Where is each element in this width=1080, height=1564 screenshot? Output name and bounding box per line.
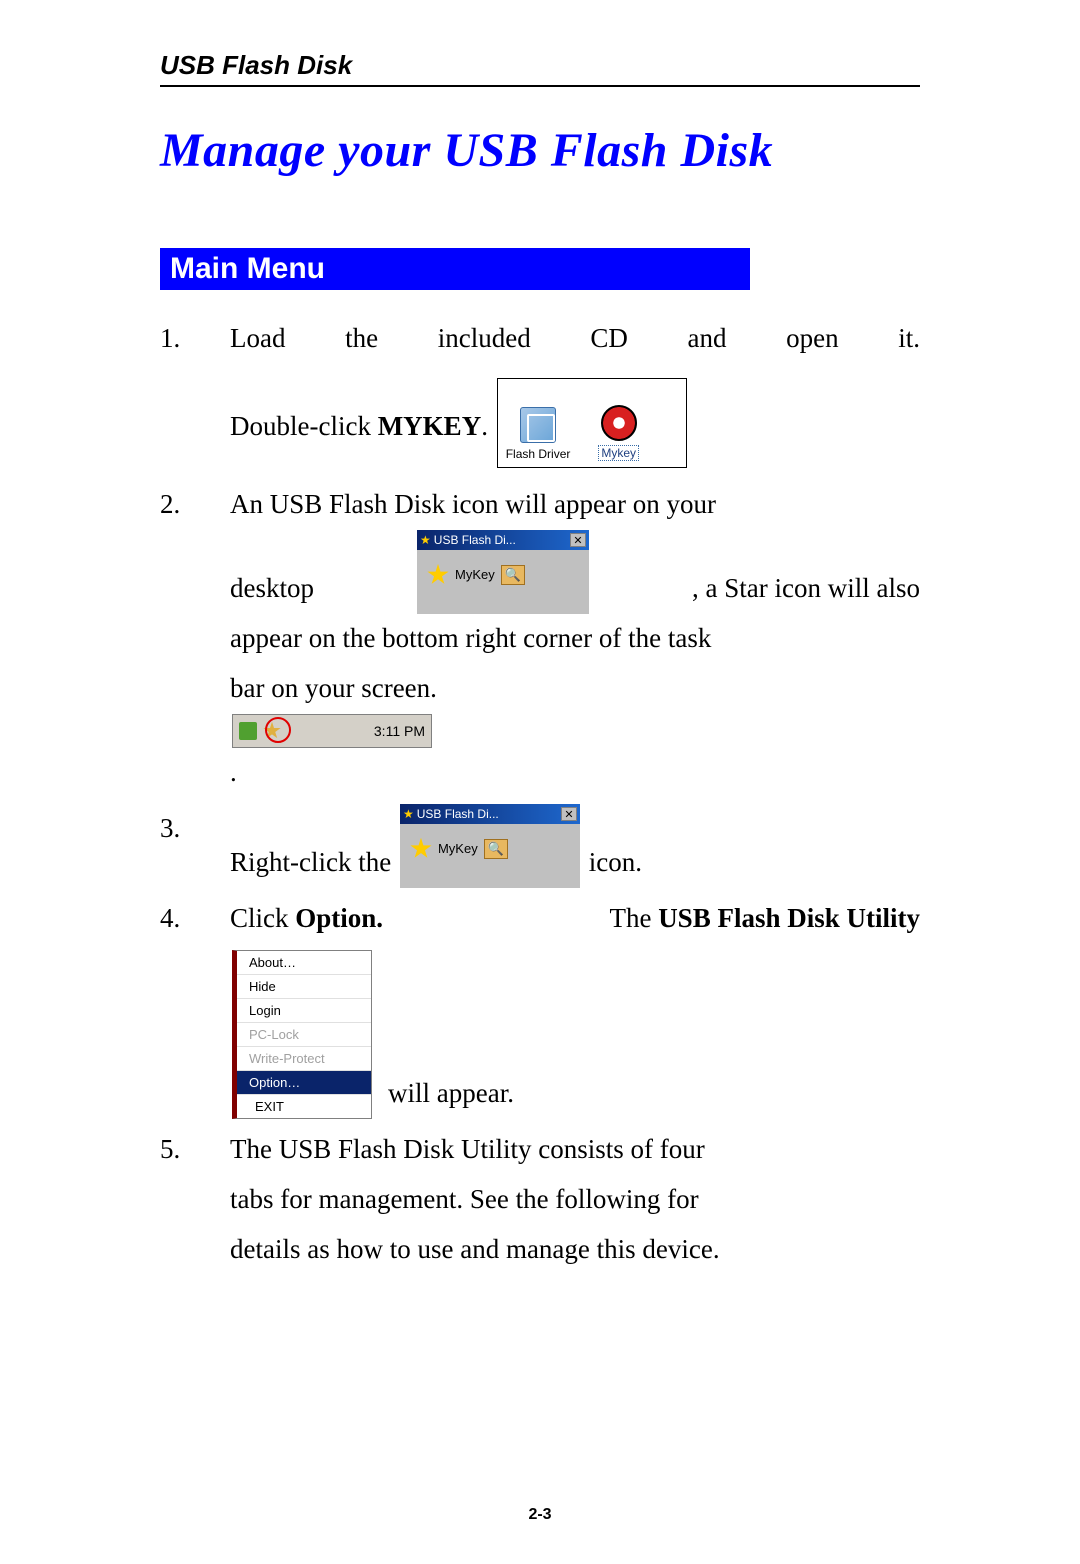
utility-bold: USB Flash Disk Utility: [658, 903, 920, 933]
step-5-line-1: The USB Flash Disk Utility consists of f…: [230, 1125, 920, 1175]
step-3: 3. Right-click the ★ USB Flash Di... ✕ M…: [160, 804, 920, 888]
figure-context-menu: About… Hide Login PC-Lock Write-Protect …: [232, 950, 372, 1119]
step-5-line-2: tabs for management. See the following f…: [230, 1175, 920, 1225]
step-2-taskbar-pre: bar on your screen.: [230, 673, 437, 703]
figure-desktop-window-2: ★ USB Flash Di... ✕ MyKey 🔍: [400, 804, 580, 888]
close-icon: ✕: [561, 807, 577, 821]
desktop-window-title-2: USB Flash Di...: [417, 807, 558, 821]
step-1-line-1: Load the included CD and open it.: [230, 314, 920, 364]
menu-pclock: PC-Lock: [237, 1023, 371, 1047]
figure-system-tray: 3:11 PM: [232, 714, 432, 748]
step-2-desktop-word: desktop: [230, 564, 314, 614]
page-title: Manage your USB Flash Disk: [160, 123, 920, 178]
menu-option: Option…: [237, 1071, 371, 1095]
step-5: 5. The USB Flash Disk Utility consists o…: [160, 1125, 920, 1275]
menu-login: Login: [237, 999, 371, 1023]
step-2-post: , a Star icon will also: [692, 564, 920, 614]
star-icon: ★: [403, 807, 414, 821]
figure-desktop-window: ★ USB Flash Di... ✕ MyKey 🔍: [417, 530, 589, 614]
step-4: 4. Click Option. The USB Flash Disk Util…: [160, 894, 920, 1119]
mykey-cd-icon: [601, 405, 637, 441]
magnify-icon: 🔍: [484, 839, 508, 859]
menu-write-protect: Write-Protect: [237, 1047, 371, 1071]
option-bold: Option.: [295, 903, 383, 933]
step-2-taskbar-post: .: [230, 757, 237, 787]
mykey-desktop-label-2: MyKey: [438, 841, 478, 856]
section-heading-main-menu: Main Menu: [160, 248, 750, 290]
mykey-desktop-label: MyKey: [455, 567, 495, 582]
page-header: USB Flash Disk: [160, 50, 920, 87]
step-3-pre: Right-click the: [230, 847, 398, 877]
step-1: 1. Load the included CD and open it. Dou…: [160, 314, 920, 474]
step-4-will-appear: will appear.: [388, 1069, 514, 1119]
step-3-post: icon.: [589, 847, 642, 877]
desktop-window-title: USB Flash Di...: [434, 533, 567, 547]
menu-about: About…: [237, 951, 371, 975]
menu-exit: EXIT: [237, 1095, 371, 1118]
step-2-line-1: An USB Flash Disk icon will appear on yo…: [230, 480, 920, 530]
tray-clock: 3:11 PM: [374, 723, 425, 739]
page-number: 2-3: [0, 1506, 1080, 1524]
flash-driver-icon: [520, 407, 556, 443]
red-highlight-circle: [265, 717, 291, 743]
close-icon: ✕: [570, 533, 586, 547]
star-icon: ★: [420, 533, 431, 547]
step-1-doubleclick-pre: Double-click: [230, 411, 378, 441]
mykey-star-icon: [410, 838, 432, 860]
flash-driver-label: Flash Driver: [506, 447, 571, 461]
magnify-icon: 🔍: [501, 565, 525, 585]
mykey-cd-label: Mykey: [598, 445, 639, 461]
steps-list: 1. Load the included CD and open it. Dou…: [160, 314, 920, 1274]
figure-cd-contents: Flash Driver Mykey: [497, 378, 687, 468]
step-2: 2. An USB Flash Disk icon will appear on…: [160, 480, 920, 798]
menu-hide: Hide: [237, 975, 371, 999]
step-5-line-3: details as how to use and manage this de…: [230, 1225, 920, 1275]
step-2-line-3: appear on the bottom right corner of the…: [230, 614, 920, 664]
tray-app-icon: [239, 722, 257, 740]
mykey-star-icon: [427, 564, 449, 586]
step-1-mykey-bold: MYKEY: [378, 411, 482, 441]
